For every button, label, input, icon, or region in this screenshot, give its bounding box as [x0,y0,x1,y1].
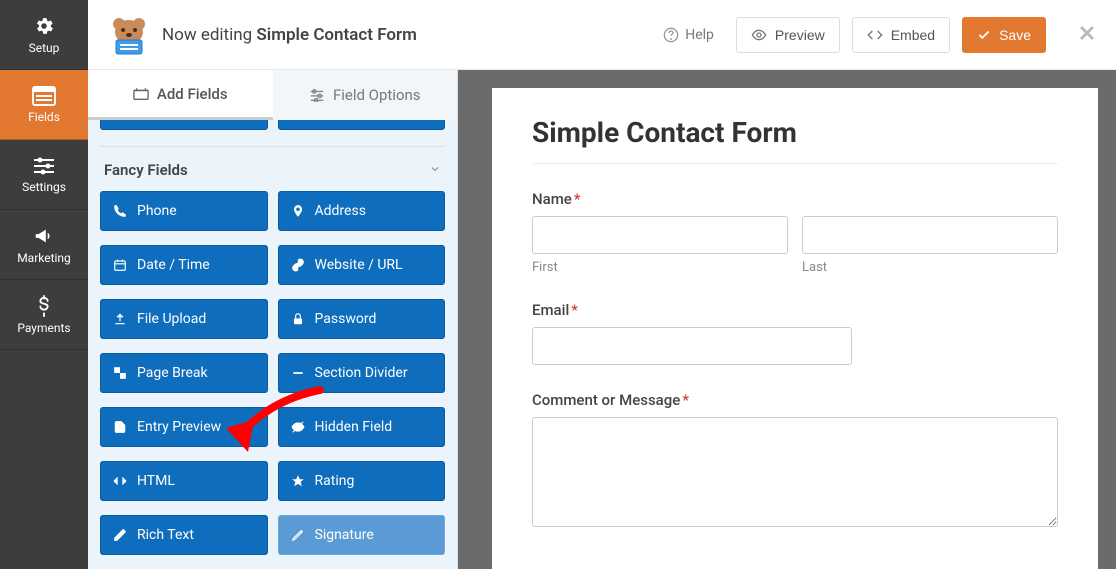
field-url[interactable]: Website / URL [278,245,446,285]
nav-fields[interactable]: Fields [0,70,88,140]
bullhorn-icon [33,225,55,247]
minus-icon [291,366,305,380]
fields-icon [32,86,56,106]
code-icon [867,27,883,43]
pencil-icon [291,528,305,542]
embed-button[interactable]: Embed [852,17,950,53]
upload-icon [113,312,127,326]
calendar-icon [113,258,127,272]
eye-off-icon [291,420,305,434]
left-nav: Setup Fields Settings Marketing Payments [0,0,88,569]
form-divider [532,163,1058,164]
nav-payments[interactable]: Payments [0,280,88,350]
form-canvas[interactable]: Simple Contact Form Name* First [492,88,1098,569]
canvas-gutter [458,70,492,569]
field-section-divider[interactable]: Section Divider [278,353,446,393]
sliders-icon [33,156,55,176]
field-name-label: Name* [532,190,1058,208]
nav-payments-label: Payments [17,321,70,335]
doc-icon [113,420,127,434]
nav-marketing-label: Marketing [17,251,71,265]
input-first-name[interactable] [532,216,788,254]
field-name[interactable]: Name* First Last [532,190,1058,275]
field-signature[interactable]: Signature [278,515,446,555]
field-password[interactable]: Password [278,299,446,339]
nav-fields-label: Fields [28,110,60,124]
field-prev-1[interactable] [100,120,268,130]
panel-tabs: Add Fields Field Options [88,70,457,120]
check-icon [977,28,991,42]
sublabel-first: First [532,260,788,275]
eye-icon [751,27,767,43]
code-icon [113,474,127,488]
sublabel-last: Last [802,260,1058,275]
link-icon [291,258,305,272]
field-datetime[interactable]: Date / Time [100,245,268,285]
field-options-icon [309,88,325,102]
field-address[interactable]: Address [278,191,446,231]
save-button[interactable]: Save [962,17,1046,53]
close-icon [1078,24,1096,42]
edit-icon [113,528,127,542]
field-email[interactable]: Email* [532,301,1058,365]
help-icon [663,27,679,43]
field-email-label: Email* [532,301,1058,319]
nav-settings[interactable]: Settings [0,140,88,210]
tab-field-options[interactable]: Field Options [273,70,458,120]
form-title: Simple Contact Form [532,116,1058,149]
lock-icon [291,312,305,326]
phone-icon [113,204,127,218]
nav-marketing[interactable]: Marketing [0,210,88,280]
input-email[interactable] [532,327,852,365]
dollar-icon [34,295,54,317]
form-preview-area: Simple Contact Form Name* First [492,70,1116,569]
fields-panel: Add Fields Field Options Fancy Fields [88,70,458,569]
pin-icon [291,204,305,218]
field-comment-label: Comment or Message* [532,391,1058,409]
page-break-icon [113,366,127,380]
star-icon [291,474,305,488]
field-file-upload[interactable]: File Upload [100,299,268,339]
field-rich-text[interactable]: Rich Text [100,515,268,555]
input-last-name[interactable] [802,216,1058,254]
logo [108,14,150,56]
input-comment[interactable] [532,417,1058,527]
field-prev-2[interactable] [278,120,446,130]
add-fields-icon [133,87,149,101]
field-rating[interactable]: Rating [278,461,446,501]
field-hidden[interactable]: Hidden Field [278,407,446,447]
bear-logo-icon [108,14,150,56]
header: Now editing Simple Contact Form Help Pre… [88,0,1116,70]
category-fancy-fields[interactable]: Fancy Fields [100,146,445,191]
nav-settings-label: Settings [22,180,66,194]
close-button[interactable] [1078,24,1096,46]
chevron-down-icon [429,161,441,179]
field-phone[interactable]: Phone [100,191,268,231]
field-comment[interactable]: Comment or Message* [532,391,1058,531]
field-page-break[interactable]: Page Break [100,353,268,393]
field-entry-preview[interactable]: Entry Preview [100,407,268,447]
nav-setup-label: Setup [29,41,60,55]
nav-setup[interactable]: Setup [0,0,88,70]
page-title: Now editing Simple Contact Form [162,25,417,45]
help-link[interactable]: Help [653,27,724,43]
field-html[interactable]: HTML [100,461,268,501]
gear-icon [33,15,55,37]
preview-button[interactable]: Preview [736,17,840,53]
tab-add-fields[interactable]: Add Fields [88,70,273,120]
